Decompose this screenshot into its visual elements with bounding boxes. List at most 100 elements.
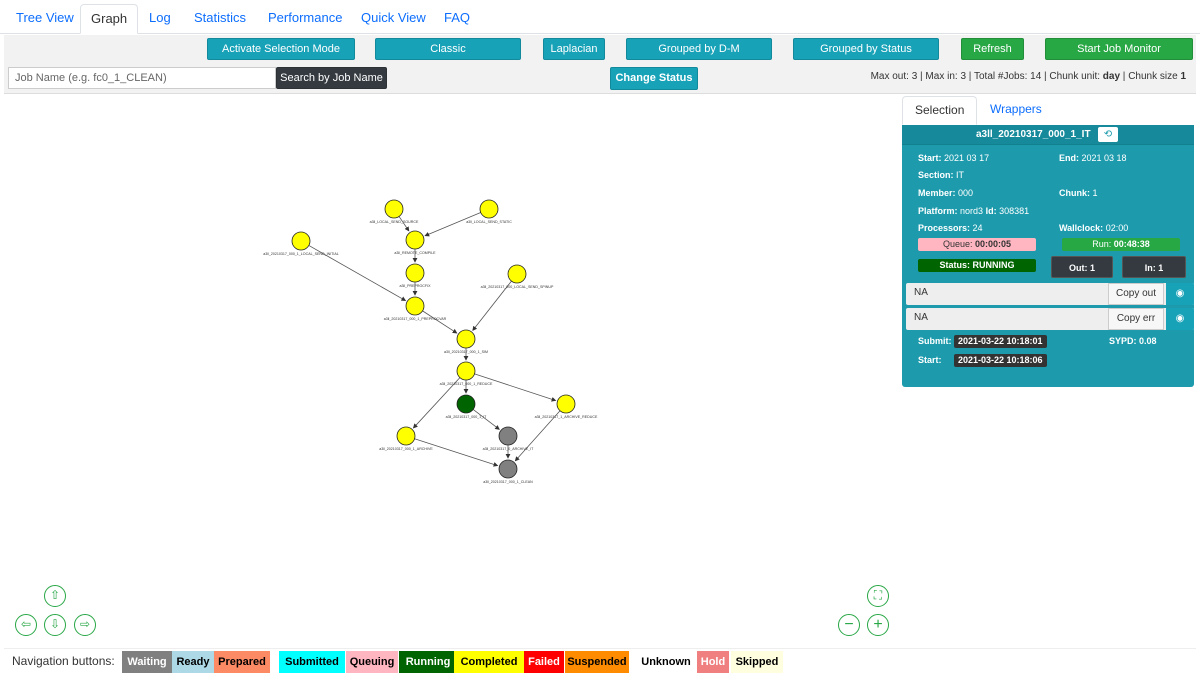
eye-icon[interactable]: ◉: [1166, 308, 1194, 330]
refresh-button[interactable]: Refresh: [961, 38, 1024, 60]
err-log-file: NA: [914, 312, 928, 323]
laplacian-button[interactable]: Laplacian: [543, 38, 605, 60]
selection-panel: a3ll_20210317_000_1_IT ⟲ Start: 2021 03 …: [902, 125, 1194, 387]
out-button[interactable]: Out: 1: [1051, 256, 1113, 278]
status-unknown[interactable]: Unknown: [635, 651, 697, 673]
err-log-row: NA Copy err ◉: [906, 308, 1194, 330]
side-tabs: Selection Wrappers: [902, 96, 1194, 125]
graph-node[interactable]: [396, 426, 416, 446]
graph-node[interactable]: [456, 329, 476, 349]
status-completed[interactable]: Completed: [454, 651, 524, 673]
fit-view-icon[interactable]: ⛶: [867, 585, 889, 607]
wallclock: Wallclock: 02:00: [1059, 223, 1129, 233]
section: Section: IT: [918, 170, 965, 180]
run-time: Run: 00:48:38: [1062, 238, 1180, 251]
tab-quick-view[interactable]: Quick View: [351, 4, 436, 34]
graph-node[interactable]: [507, 264, 527, 284]
tab-tree-view[interactable]: Tree View: [6, 4, 84, 34]
status-prepared[interactable]: Prepared: [214, 651, 270, 673]
out-log-file: NA: [914, 287, 928, 298]
graph-node[interactable]: [291, 231, 311, 251]
grouped-status-button[interactable]: Grouped by Status: [793, 38, 939, 60]
main-tabs: Tree View Graph Log Statistics Performan…: [0, 0, 1200, 34]
graph-node[interactable]: [405, 230, 425, 250]
graph-canvas[interactable]: a3ll_LOCAL_SEND_SOURCE a3ll_LOCAL_SEND_ST…: [4, 94, 899, 647]
graph-node-label: a3ll_20210317_000_1_IT: [446, 415, 488, 419]
queue-time: Queue: 00:00:05: [918, 238, 1036, 251]
status-running[interactable]: Running: [399, 651, 457, 673]
sypd: SYPD: 0.08: [1109, 336, 1157, 346]
selected-job-name: a3ll_20210317_000_1_IT: [976, 129, 1091, 140]
copy-err-button[interactable]: Copy err: [1108, 308, 1164, 330]
submit-label: Submit:: [918, 336, 952, 346]
chunk: Chunk: 1: [1059, 188, 1098, 198]
submit-time: 2021-03-22 10:18:01: [954, 335, 1047, 348]
graph-node[interactable]: [498, 459, 518, 479]
graph-node[interactable]: [498, 426, 518, 446]
graph-node-label: a3ll_20210317_000_1_PREPROCVAR: [384, 317, 447, 321]
status-hold[interactable]: Hold: [697, 651, 729, 673]
graph-node[interactable]: [405, 296, 425, 316]
arrow-down-icon[interactable]: ⇩: [44, 614, 66, 636]
classic-button[interactable]: Classic: [375, 38, 521, 60]
status-submitted[interactable]: Submitted: [279, 651, 345, 673]
start-time-label: Start:: [918, 355, 942, 365]
grouped-dm-button[interactable]: Grouped by D-M: [626, 38, 772, 60]
zoom-out-icon[interactable]: −: [838, 614, 860, 636]
start-job-monitor-button[interactable]: Start Job Monitor: [1045, 38, 1193, 60]
status-failed[interactable]: Failed: [524, 651, 564, 673]
graph-node-label: a3ll_LOCAL_SEND_STATIC: [466, 220, 512, 224]
graph-node-label: a3ll_20210317_000_1_LOCAL_SEND_INITIAL: [263, 252, 339, 256]
status-waiting[interactable]: Waiting: [122, 651, 172, 673]
graph-edge: [424, 212, 481, 237]
zoom-in-icon[interactable]: +: [867, 614, 889, 636]
graph-node[interactable]: [479, 199, 499, 219]
graph-toolbar: Activate Selection Mode Classic Laplacia…: [4, 35, 1196, 64]
graph-node[interactable]: [405, 263, 425, 283]
tab-statistics[interactable]: Statistics: [184, 4, 256, 34]
graph-node[interactable]: [556, 394, 576, 414]
graph-node[interactable]: [456, 394, 476, 414]
activate-selection-button[interactable]: Activate Selection Mode: [207, 38, 355, 60]
tab-log[interactable]: Log: [139, 4, 181, 34]
eye-icon[interactable]: ◉: [1166, 283, 1194, 305]
status-legend: Navigation buttons: Waiting Ready Prepared…: [4, 648, 1196, 674]
job-name-search-input[interactable]: Job Name (e.g. fc0_1_CLEAN): [8, 67, 276, 89]
graph-node[interactable]: [384, 199, 404, 219]
end-date: End: 2021 03 18: [1059, 153, 1127, 163]
tab-selection[interactable]: Selection: [902, 96, 978, 125]
tab-performance[interactable]: Performance: [258, 4, 352, 34]
tab-graph[interactable]: Graph: [80, 4, 139, 34]
tab-wrappers[interactable]: Wrappers: [978, 96, 1054, 125]
start-time: 2021-03-22 10:18:06: [954, 354, 1047, 367]
job-graph[interactable]: a3ll_LOCAL_SEND_SOURCE a3ll_LOCAL_SEND_ST…: [4, 94, 899, 647]
status-suspended[interactable]: Suspended: [565, 651, 629, 673]
selection-header: a3ll_20210317_000_1_IT ⟲: [902, 125, 1194, 145]
graph-node-label: a3ll_20210317_1_ARCHIVE_REDUCE: [535, 415, 598, 419]
search-by-job-name-button[interactable]: Search by Job Name: [276, 67, 387, 89]
start-date: Start: 2021 03 17: [918, 153, 990, 163]
graph-edge: [474, 373, 557, 402]
status-queuing[interactable]: Queuing: [346, 651, 398, 673]
graph-node-label: a3ll_PREPROCFIX: [400, 284, 432, 288]
graph-node[interactable]: [456, 361, 476, 381]
graph-node-label: a3ll_20210317_000_1_SIM: [444, 350, 488, 354]
legend-label: Navigation buttons:: [12, 654, 115, 668]
status-ready[interactable]: Ready: [172, 651, 214, 673]
tab-faq[interactable]: FAQ: [434, 4, 480, 34]
in-button[interactable]: In: 1: [1122, 256, 1186, 278]
status-skipped[interactable]: Skipped: [731, 651, 783, 673]
graph-node-label: a3ll_20210317_000_1_CLEAN: [483, 480, 533, 484]
graph-node-label: a3ll_LOCAL_SEND_SOURCE: [370, 220, 419, 224]
copy-out-button[interactable]: Copy out: [1108, 283, 1164, 305]
graph-node-label: a3ll_REMOTE_COMPILE: [394, 251, 436, 255]
arrow-left-icon[interactable]: ⇦: [15, 614, 37, 636]
member: Member: 000: [918, 188, 974, 198]
graph-node-label: a3ll_20210317_0_ARCHIVE_IT: [483, 447, 535, 451]
arrow-right-icon[interactable]: ⇨: [74, 614, 96, 636]
graph-edge: [422, 310, 458, 334]
arrow-up-icon[interactable]: ⇧: [44, 585, 66, 607]
graph-edge: [472, 409, 500, 430]
change-status-button[interactable]: Change Status: [610, 67, 698, 90]
history-icon[interactable]: ⟲: [1098, 127, 1118, 142]
